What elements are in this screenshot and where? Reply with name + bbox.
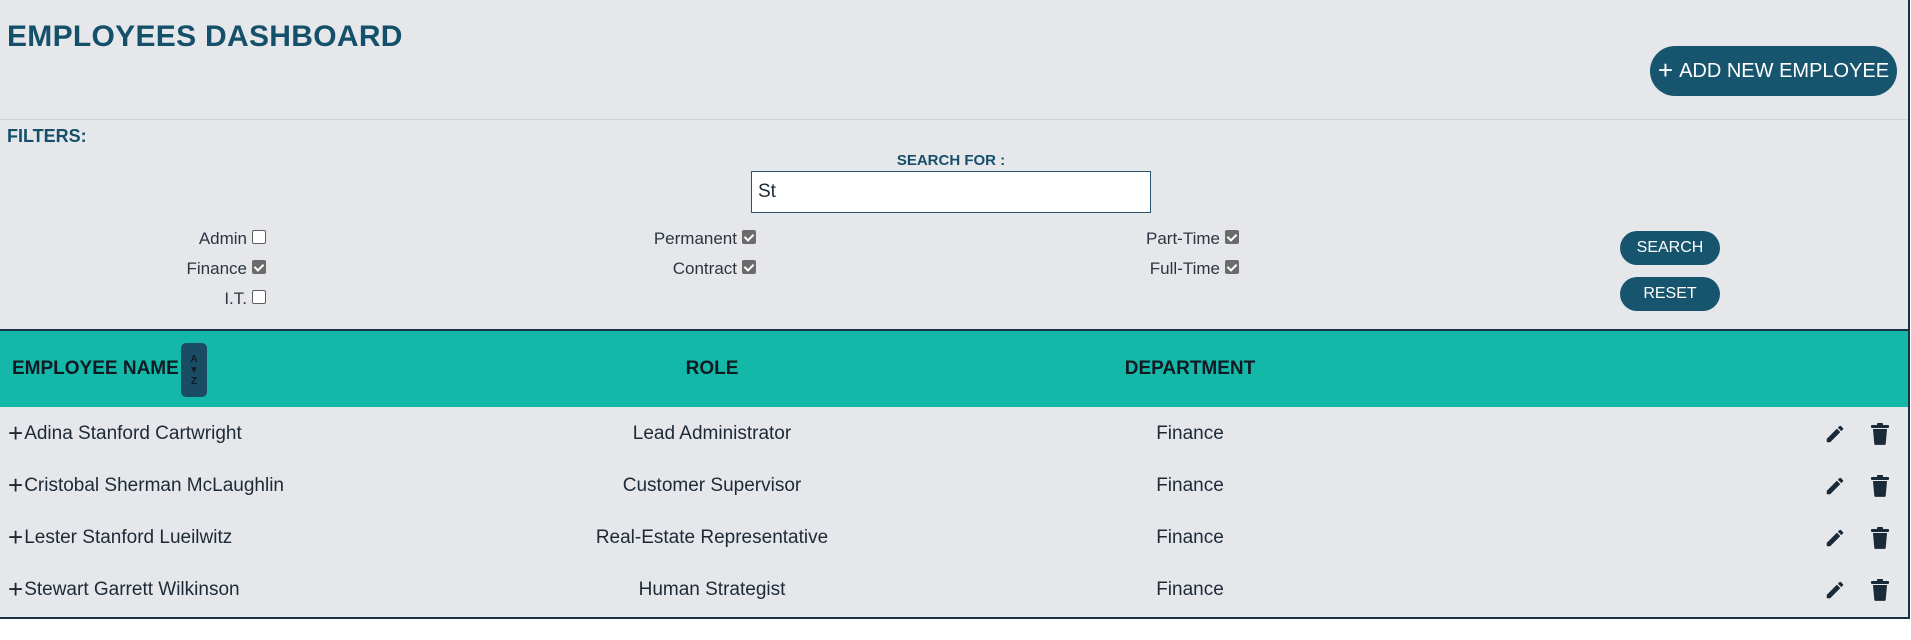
table-row: + Stewart Garrett Wilkinson Human Strate…	[0, 564, 1908, 616]
add-new-employee-label: ADD NEW EMPLOYEE	[1679, 59, 1890, 82]
filter-full-time-checkbox[interactable]	[1225, 260, 1239, 274]
pencil-icon[interactable]	[1823, 474, 1847, 498]
employee-name-cell: + Stewart Garrett Wilkinson	[8, 564, 240, 616]
plus-icon: +	[1657, 54, 1674, 85]
trash-icon[interactable]	[1868, 422, 1892, 446]
employee-role: Lead Administrator	[632, 423, 792, 444]
filter-permanent-label: Permanent	[653, 229, 737, 248]
column-header-role: ROLE	[685, 358, 739, 379]
filter-admin[interactable]: Admin	[150, 229, 266, 249]
filter-finance-label: Finance	[186, 259, 247, 278]
filter-part-time-checkbox[interactable]	[1225, 230, 1239, 244]
expand-row-plus-icon[interactable]: +	[8, 576, 23, 602]
trash-icon[interactable]	[1868, 526, 1892, 550]
employee-department: Finance	[1156, 475, 1224, 496]
expand-row-plus-icon[interactable]: +	[8, 524, 23, 550]
dashboard-app: EMPLOYEES DASHBOARD + ADD NEW EMPLOYEE F…	[0, 0, 1910, 619]
table-row: + Cristobal Sherman McLaughlin Customer …	[0, 460, 1908, 512]
filter-permanent[interactable]: Permanent	[600, 229, 756, 249]
filter-finance-checkbox[interactable]	[252, 260, 266, 274]
filter-it-label: I.T.	[224, 289, 247, 308]
filter-contract-label: Contract	[672, 259, 737, 278]
employee-name: Lester Stanford Lueilwitz	[24, 527, 233, 548]
filter-it[interactable]: I.T.	[150, 289, 266, 309]
filter-admin-label: Admin	[198, 229, 247, 248]
table-header: EMPLOYEE NAME A ▼ Z ROLE DEPARTMENT	[0, 329, 1908, 407]
employee-name-cell: + Cristobal Sherman McLaughlin	[8, 460, 284, 512]
sort-az-button[interactable]: A ▼ Z	[181, 343, 207, 397]
reset-button[interactable]: RESET	[1620, 277, 1720, 311]
filter-admin-checkbox[interactable]	[252, 230, 266, 244]
header-divider	[0, 119, 1908, 120]
filter-contract-checkbox[interactable]	[742, 260, 756, 274]
search-button[interactable]: SEARCH	[1620, 231, 1720, 265]
employee-role: Human Strategist	[638, 579, 786, 600]
employee-name: Stewart Garrett Wilkinson	[24, 579, 240, 600]
filter-finance[interactable]: Finance	[150, 259, 266, 279]
add-new-employee-button[interactable]: + ADD NEW EMPLOYEE	[1650, 46, 1897, 96]
employee-role: Real-Estate Representative	[595, 527, 829, 548]
filter-contract[interactable]: Contract	[600, 259, 756, 279]
sort-letter-z: Z	[190, 375, 198, 387]
employee-department: Finance	[1156, 527, 1224, 548]
page-title: EMPLOYEES DASHBOARD	[7, 20, 403, 53]
employee-department: Finance	[1156, 423, 1224, 444]
employee-name-cell: + Lester Stanford Lueilwitz	[8, 512, 232, 564]
column-header-employee-name: EMPLOYEE NAME	[12, 358, 179, 379]
pencil-icon[interactable]	[1823, 526, 1847, 550]
search-label: SEARCH FOR :	[896, 152, 1006, 169]
employee-name: Adina Stanford Cartwright	[24, 423, 242, 444]
table-row: + Lester Stanford Lueilwitz Real-Estate …	[0, 512, 1908, 564]
column-header-department: DEPARTMENT	[1124, 358, 1256, 379]
filter-part-time-label: Part-Time	[1146, 229, 1220, 248]
employee-department: Finance	[1156, 579, 1224, 600]
sort-arrow-icon: ▼	[189, 364, 199, 376]
table-row: + Adina Stanford Cartwright Lead Adminis…	[0, 408, 1908, 460]
filters-label: FILTERS:	[7, 126, 87, 146]
trash-icon[interactable]	[1868, 474, 1892, 498]
filter-permanent-checkbox[interactable]	[742, 230, 756, 244]
employee-name-cell: + Adina Stanford Cartwright	[8, 408, 242, 460]
trash-icon[interactable]	[1868, 578, 1892, 602]
sort-letter-a: A	[190, 353, 198, 365]
employee-role: Customer Supervisor	[622, 475, 802, 496]
filter-full-time[interactable]: Full-Time	[1100, 259, 1239, 279]
filter-part-time[interactable]: Part-Time	[1100, 229, 1239, 249]
search-input[interactable]	[751, 171, 1151, 213]
pencil-icon[interactable]	[1823, 422, 1847, 446]
expand-row-plus-icon[interactable]: +	[8, 420, 23, 446]
employee-name: Cristobal Sherman McLaughlin	[24, 475, 284, 496]
pencil-icon[interactable]	[1823, 578, 1847, 602]
filter-full-time-label: Full-Time	[1149, 259, 1220, 278]
expand-row-plus-icon[interactable]: +	[8, 472, 23, 498]
filter-it-checkbox[interactable]	[252, 290, 266, 304]
